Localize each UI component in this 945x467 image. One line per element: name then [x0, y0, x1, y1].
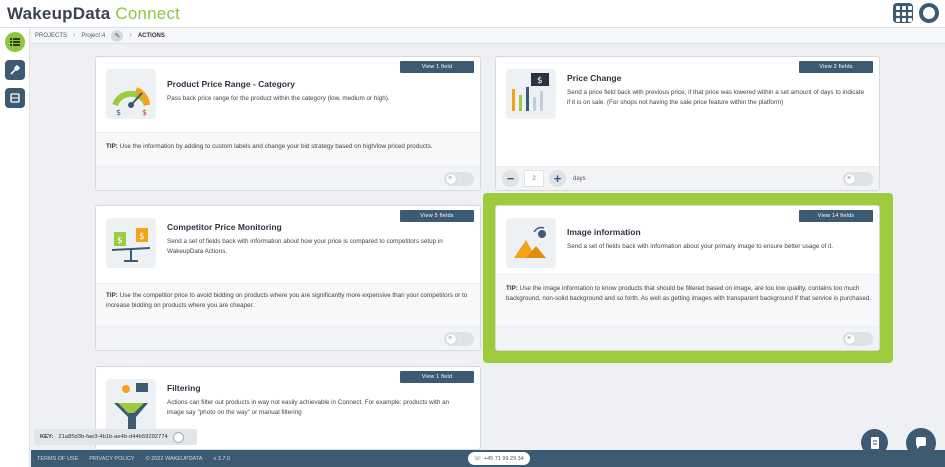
view-fields-button[interactable]: View 5 fields	[400, 210, 474, 222]
card-description: Actions can filter out products in way n…	[167, 399, 450, 416]
card-tip: TIP: Use the competitor price to avoid b…	[106, 291, 472, 311]
close-icon: ×	[847, 175, 852, 182]
copy-icon[interactable]	[172, 431, 184, 443]
key-value: 21a85d3b-fae3-4b1b-ae4b-d44b59292774	[58, 434, 168, 440]
logo-main-text: WakeupData	[7, 4, 111, 23]
card-footer: − 2 + days ×	[496, 166, 879, 190]
phone-badge[interactable]: ☏ +45 71 99 29 34	[468, 452, 530, 465]
view-fields-button[interactable]: View 2 fields	[799, 61, 873, 73]
tip-area: TIP: Use the image information to know p…	[496, 274, 879, 326]
close-icon: ×	[448, 335, 453, 342]
chevron-right-icon: ›	[73, 32, 76, 39]
scale-compare-icon: $ $	[106, 218, 156, 268]
price-chart-icon: $	[506, 69, 556, 119]
tip-text: Use the image information to know produc…	[506, 285, 872, 302]
top-bar: WakeupData Connect	[0, 0, 945, 28]
card-title: Product Price Range - Category	[167, 79, 296, 89]
enable-toggle[interactable]: ×	[843, 332, 873, 346]
breadcrumb-projects[interactable]: PROJECTS	[35, 33, 67, 39]
sidebar	[0, 28, 30, 467]
apps-grid-icon[interactable]	[893, 3, 913, 23]
footer: TERMS OF USE PRIVACY POLICY © 2022 WAKEU…	[31, 450, 945, 467]
view-fields-button[interactable]: View 14 fields	[799, 210, 873, 222]
key-box: KEY: 21a85d3b-fae3-4b1b-ae4b-d44b5929277…	[34, 429, 197, 445]
view-fields-button[interactable]: View 1 field	[400, 61, 474, 73]
increment-button[interactable]: +	[549, 170, 566, 187]
chevron-right-icon: ›	[129, 32, 132, 39]
tip-label: TIP:	[106, 292, 118, 299]
decrement-button[interactable]: −	[502, 170, 519, 187]
card-tip: TIP: Use the information by adding to cu…	[106, 142, 472, 152]
action-card-image-information: View 14 fields Image information Send a …	[495, 205, 880, 351]
action-card-price-change: View 2 fields $ Price Change Send a pric…	[495, 56, 880, 191]
svg-text:$: $	[117, 236, 123, 246]
card-description: Pass back price range for the product wi…	[167, 95, 390, 102]
list-icon[interactable]	[5, 32, 25, 52]
enable-toggle[interactable]: ×	[444, 332, 474, 346]
tip-label: TIP:	[106, 143, 118, 150]
card-title: Price Change	[567, 73, 622, 83]
chat-icon[interactable]	[906, 428, 936, 458]
key-label: KEY:	[40, 434, 54, 440]
svg-text:$: $	[537, 76, 543, 86]
tip-text: Use the competitor price to avoid biddin…	[106, 292, 468, 309]
breadcrumb-current: ACTIONS	[137, 32, 165, 39]
action-card-price-range: View 1 field $ $ Product Price Range - C…	[95, 56, 481, 191]
tip-label: TIP:	[506, 285, 518, 292]
app-logo[interactable]: WakeupData Connect	[7, 4, 180, 24]
card-description: Send a price field back with previous pr…	[567, 89, 865, 106]
action-card-competitor-price: View 5 fields $ $ Competitor Price Monit…	[95, 205, 481, 351]
close-icon: ×	[448, 175, 453, 182]
view-fields-button[interactable]: View 1 field	[400, 371, 474, 383]
log-icon[interactable]	[861, 429, 888, 456]
version-text: v 3.7.0	[213, 455, 230, 462]
days-unit: days	[573, 175, 586, 182]
close-icon: ×	[847, 335, 852, 342]
card-description: Send a set of fields back with informati…	[567, 243, 834, 250]
logo-accent-text: Connect	[115, 4, 181, 23]
edit-icon[interactable]: ✎	[111, 29, 124, 42]
card-footer: ×	[96, 326, 480, 350]
svg-text:$: $	[142, 108, 147, 117]
svg-text:$: $	[139, 232, 145, 242]
copyright-text: © 2022 WAKEUPDATA	[145, 455, 203, 462]
breadcrumb: PROJECTS › Project A ✎ › ACTIONS	[31, 28, 945, 44]
user-avatar-icon[interactable]	[919, 3, 939, 23]
tip-area: TIP: Use the competitor price to avoid b…	[96, 283, 480, 326]
tip-text: Use the information by adding to custom …	[119, 143, 433, 150]
days-stepper: − 2 + days	[502, 170, 586, 187]
svg-text:$: $	[116, 108, 121, 117]
gauge-icon: $ $	[106, 69, 156, 119]
card-description: Send a set of fields back with informati…	[167, 238, 443, 255]
tools-icon[interactable]	[5, 60, 25, 80]
days-input[interactable]: 2	[524, 170, 544, 187]
card-title: Competitor Price Monitoring	[167, 222, 282, 232]
tip-area: TIP: Use the information by adding to cu…	[96, 132, 480, 168]
card-footer: ×	[496, 326, 879, 350]
phone-icon: ☏	[474, 455, 481, 462]
card-title: Image information	[567, 227, 641, 237]
card-tip: TIP: Use the image information to know p…	[506, 284, 872, 304]
enable-toggle[interactable]: ×	[444, 172, 474, 186]
image-mountain-icon	[506, 218, 556, 268]
card-footer: ×	[96, 166, 480, 190]
phone-number: +45 71 99 29 34	[483, 455, 524, 462]
privacy-link[interactable]: PRIVACY POLICY	[89, 456, 134, 462]
card-title: Filtering	[167, 383, 201, 393]
database-icon[interactable]	[5, 88, 25, 108]
breadcrumb-project[interactable]: Project A	[81, 33, 105, 39]
enable-toggle[interactable]: ×	[843, 172, 873, 186]
terms-link[interactable]: TERMS OF USE	[37, 456, 78, 462]
